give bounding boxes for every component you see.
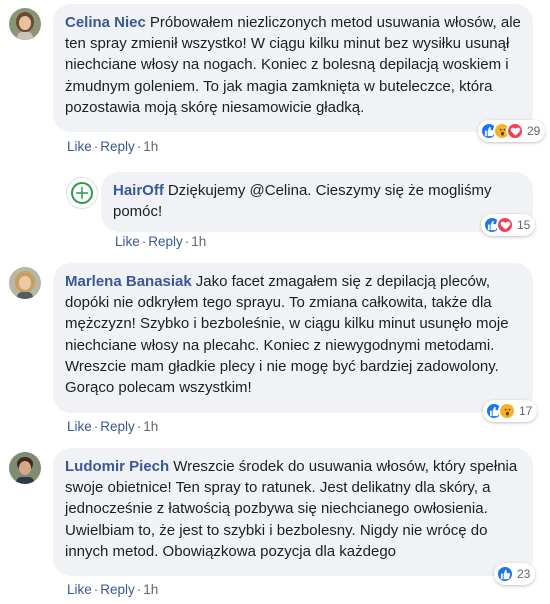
comment-author[interactable]: Marlena Banasiak bbox=[65, 273, 192, 290]
hairoff-logo-avatar[interactable] bbox=[66, 177, 98, 209]
reaction-count: 15 bbox=[517, 218, 531, 232]
reaction-count: 23 bbox=[517, 567, 531, 581]
reaction-summary[interactable]: 23 bbox=[494, 563, 536, 585]
reply-link[interactable]: Reply bbox=[100, 582, 135, 597]
like-link[interactable]: Like bbox=[67, 582, 92, 597]
like-link[interactable]: Like bbox=[67, 419, 92, 434]
reaction-count: 17 bbox=[519, 404, 533, 418]
comment-author[interactable]: HairOff bbox=[113, 182, 164, 199]
timestamp[interactable]: 1h bbox=[143, 139, 158, 154]
reaction-summary[interactable]: 29 bbox=[478, 120, 546, 142]
comment-author[interactable]: Ludomir Piech bbox=[65, 458, 169, 475]
comment-bubble: Marlena Banasiak Jako facet zmagałem się … bbox=[53, 263, 533, 413]
comment-text: Dziękujemy @Celina. Cieszymy się że mogl… bbox=[113, 182, 492, 221]
avatar[interactable] bbox=[9, 267, 41, 299]
comment-bubble: HairOff Dziękujemy @Celina. Cieszymy się … bbox=[101, 172, 533, 232]
comment-bubble: Ludomir Piech Wreszcie środek do usuwania… bbox=[53, 448, 533, 576]
timestamp[interactable]: 1h bbox=[191, 234, 206, 249]
avatar[interactable] bbox=[9, 8, 41, 40]
like-reaction-icon bbox=[496, 565, 514, 583]
comment-actions: Like · Reply · 1h bbox=[67, 139, 159, 154]
comment-bubble: Celina Niec Próbowałem niezliczonych meto… bbox=[53, 4, 533, 132]
reaction-summary[interactable]: 15 bbox=[481, 214, 536, 236]
timestamp[interactable]: 1h bbox=[143, 419, 158, 434]
love-reaction-icon bbox=[506, 122, 524, 140]
comment-actions: Like · Reply · 1h bbox=[67, 419, 159, 434]
comment-author[interactable]: Celina Niec bbox=[65, 14, 146, 31]
love-reaction-icon bbox=[496, 216, 514, 234]
like-link[interactable]: Like bbox=[67, 139, 92, 154]
reply-link[interactable]: Reply bbox=[148, 234, 183, 249]
timestamp[interactable]: 1h bbox=[143, 582, 158, 597]
like-link[interactable]: Like bbox=[115, 234, 140, 249]
reaction-count: 29 bbox=[527, 124, 541, 138]
reply-link[interactable]: Reply bbox=[100, 419, 135, 434]
comment-actions: Like · Reply · 1h bbox=[67, 582, 159, 597]
reaction-summary[interactable]: 17 bbox=[483, 400, 538, 422]
avatar[interactable] bbox=[9, 452, 41, 484]
wow-reaction-icon bbox=[498, 402, 516, 420]
reply-link[interactable]: Reply bbox=[100, 139, 135, 154]
comment-actions: Like · Reply · 1h bbox=[115, 234, 207, 249]
comment-text: Jako facet zmagałem się z depilacją plec… bbox=[65, 273, 509, 397]
